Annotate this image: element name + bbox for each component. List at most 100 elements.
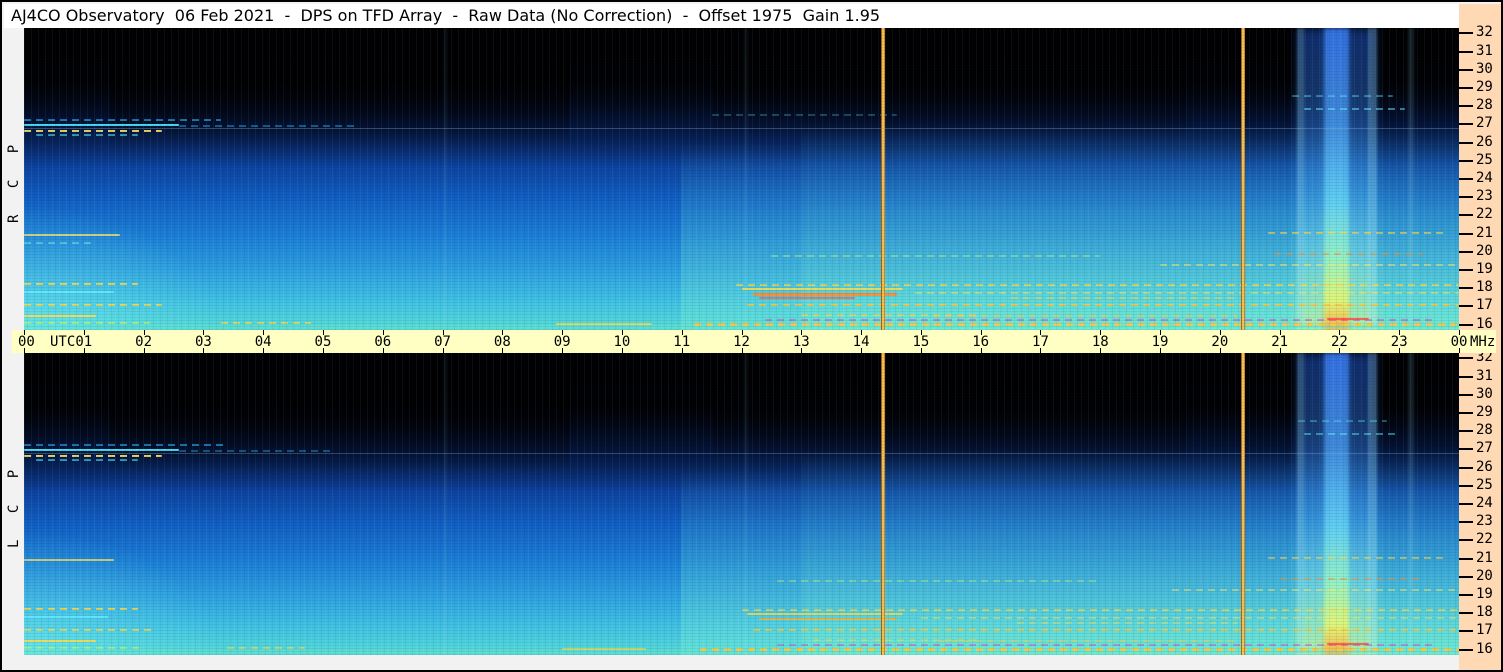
time-marker-line	[1240, 353, 1245, 655]
interference-streak	[227, 646, 305, 649]
freq-tick	[1459, 196, 1473, 199]
hour-label: 12	[733, 334, 750, 350]
freq-tick	[1459, 305, 1473, 308]
interference-streak	[24, 241, 96, 244]
freq-tick	[1459, 630, 1473, 633]
hour-label: 22	[1330, 334, 1348, 350]
freq-tick	[1459, 466, 1473, 469]
freq-tick-label: 21	[1476, 224, 1493, 241]
freq-tick-label: 17	[1476, 297, 1493, 314]
freq-tick	[1459, 159, 1473, 162]
interference-streak	[24, 282, 138, 285]
freq-tick-label: 25	[1476, 151, 1493, 168]
freq-tick-label: 19	[1476, 260, 1493, 277]
spectrograph-window: AJ4CO Observatory 06 Feb 2021 - DPS on T…	[0, 0, 1503, 672]
freq-tick-label: 23	[1476, 188, 1493, 205]
freq-tick-label: 27	[1476, 440, 1493, 457]
hour-label: 02	[135, 334, 152, 350]
interference-streak	[693, 322, 1459, 326]
freq-tick	[1459, 32, 1473, 35]
interference-streak	[24, 290, 114, 293]
freq-tick	[1459, 648, 1473, 651]
freq-tick-label: 20	[1476, 242, 1493, 259]
freq-tick-label: 29	[1476, 404, 1493, 421]
interference-streak	[1279, 577, 1424, 580]
interference-streak	[179, 450, 335, 453]
interference-streak	[24, 303, 162, 306]
spectrogram-lcp	[24, 353, 1459, 655]
interference-streak	[1291, 95, 1394, 98]
freq-tick	[1459, 484, 1473, 487]
freq-tick	[1459, 250, 1473, 253]
freq-tick	[1459, 232, 1473, 235]
freq-tick	[1459, 593, 1473, 596]
interference-streak	[759, 297, 856, 300]
hour-label: 17	[1032, 334, 1049, 350]
interference-streak	[221, 321, 311, 324]
freq-tick-label: 29	[1476, 79, 1493, 96]
interference-streak	[1010, 297, 1238, 300]
dark-wedge	[110, 28, 570, 149]
freq-tick-label: 30	[1476, 385, 1493, 402]
interference-streak	[753, 292, 897, 296]
hour-label: 16	[972, 334, 990, 350]
freq-tick	[1459, 178, 1473, 180]
freq-tick-label: 21	[1476, 549, 1493, 566]
hour-label: 08	[493, 334, 511, 350]
interference-streak	[759, 617, 897, 620]
hour-label: 15	[912, 334, 930, 350]
interference-streak	[1267, 556, 1448, 559]
interference-streak	[938, 639, 1238, 642]
freq-tick-label: 30	[1476, 60, 1493, 77]
rcp-axis-label: R C P	[6, 135, 22, 223]
freq-tick-label: 27	[1476, 115, 1493, 132]
interference-streak	[1267, 231, 1448, 234]
freq-tick-label: 31	[1476, 42, 1493, 59]
freq-tick-label: 26	[1476, 133, 1493, 150]
interference-streak	[24, 449, 180, 452]
hour-label: 10	[613, 334, 631, 350]
hour-label: 21	[1271, 334, 1289, 350]
hour-label: 14	[852, 334, 870, 350]
hour-label: 20	[1211, 334, 1229, 350]
title-bar: AJ4CO Observatory 06 Feb 2021 - DPS on T…	[4, 4, 1459, 28]
freq-tick-label: 24	[1476, 170, 1493, 186]
freq-tick	[1459, 268, 1473, 271]
interference-streak	[24, 443, 228, 446]
freq-tick	[1459, 287, 1473, 290]
interference-streak	[1303, 433, 1400, 436]
interference-streak	[741, 608, 1459, 611]
freq-tick-label: 18	[1476, 279, 1493, 296]
interference-streak	[24, 315, 96, 318]
interference-streak	[24, 615, 108, 618]
interference-streak	[711, 113, 897, 116]
hour-label: 11	[673, 334, 691, 350]
interference-streak	[24, 118, 222, 121]
emission-band	[443, 28, 448, 330]
hour-label: 05	[314, 334, 332, 350]
freq-tick-label: 23	[1476, 513, 1493, 530]
interference-streak	[777, 579, 1101, 582]
dark-wedge	[110, 353, 570, 474]
freq-tick-label: 24	[1476, 495, 1493, 511]
interference-streak	[1303, 108, 1406, 111]
interference-streak	[932, 314, 1238, 317]
interference-streak	[35, 459, 138, 462]
time-marker-line	[1240, 28, 1245, 330]
freq-tick-label: 18	[1476, 604, 1493, 621]
interference-streak	[24, 124, 180, 127]
interference-streak	[735, 283, 1459, 286]
hour-label: 09	[553, 334, 571, 350]
interference-streak	[24, 321, 150, 324]
freq-tick-label: 22	[1476, 531, 1493, 548]
interference-streak	[24, 640, 96, 643]
mhz-unit-label: MHz	[1470, 334, 1496, 350]
freq-tick	[1459, 612, 1473, 615]
dark-wedge	[712, 28, 1187, 140]
interference-streak	[1297, 420, 1388, 423]
spectrogram-rcp	[24, 28, 1459, 330]
freq-tick	[1459, 503, 1473, 505]
interference-streak	[24, 646, 144, 649]
emission-band	[443, 353, 448, 655]
hour-label: 23	[1390, 334, 1408, 350]
